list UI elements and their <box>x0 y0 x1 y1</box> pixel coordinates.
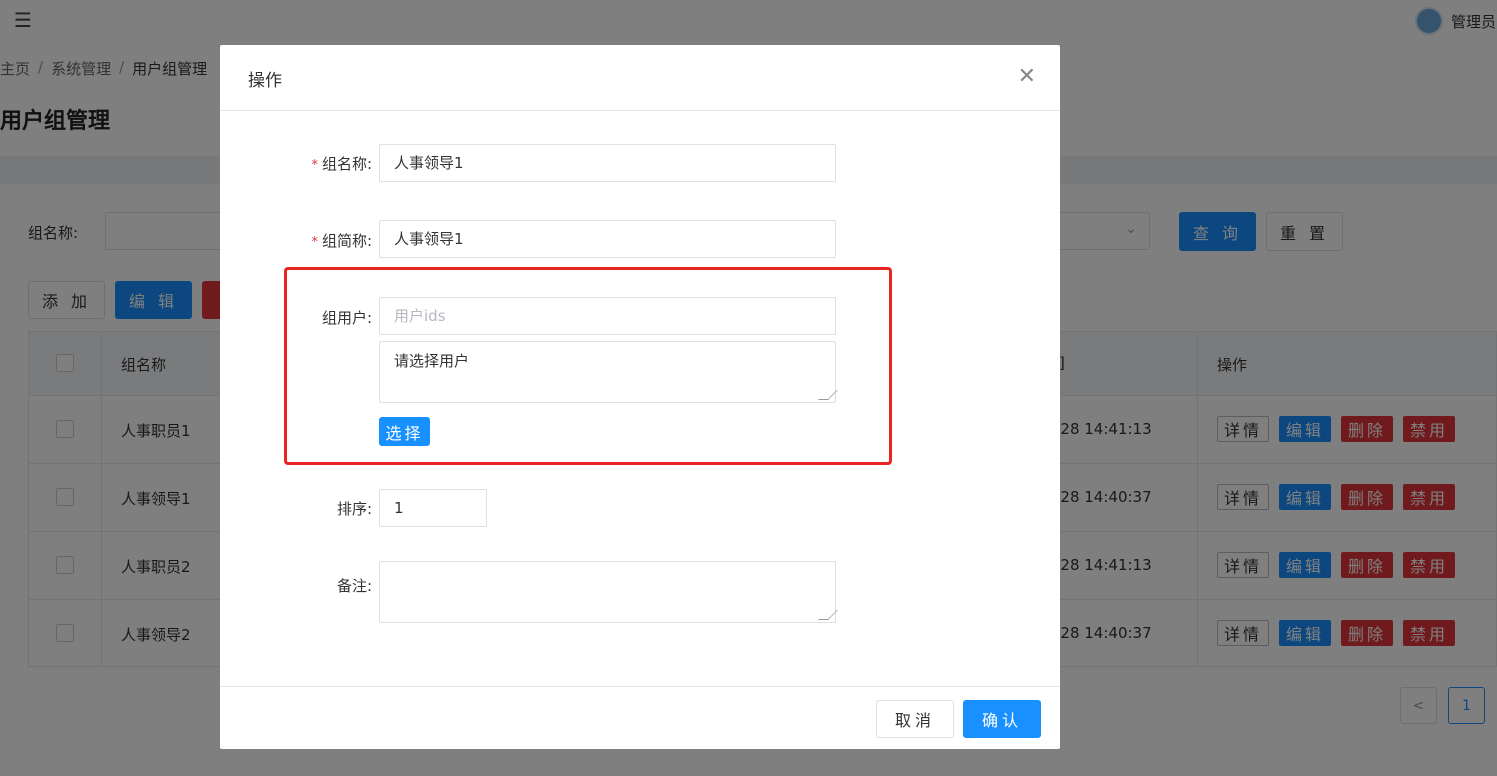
sort-input[interactable]: 1 <box>379 489 487 527</box>
group-short-label: * 组简称: <box>311 232 372 250</box>
cancel-button[interactable]: 取消 <box>876 700 954 738</box>
group-short-input[interactable]: 人事领导1 <box>379 220 836 258</box>
dialog-header: 操作 ✕ <box>220 45 1060 111</box>
group-name-input[interactable]: 人事领导1 <box>379 144 836 182</box>
user-select-textarea[interactable]: 请选择用户 <box>379 341 838 403</box>
remark-textarea[interactable] <box>379 561 838 623</box>
resize-handle-icon[interactable] <box>818 390 838 400</box>
select-users-button[interactable]: 选择 <box>379 417 430 446</box>
remark-label: 备注: <box>336 577 372 595</box>
required-mark: * <box>311 158 318 173</box>
group-name-label: * 组名称: <box>311 155 372 173</box>
group-users-label: 组用户: <box>321 309 372 327</box>
dialog-title: 操作 <box>248 71 282 91</box>
confirm-button[interactable]: 确认 <box>963 700 1041 738</box>
resize-handle-icon[interactable] <box>818 610 838 620</box>
required-mark: * <box>311 235 318 250</box>
sort-label: 排序: <box>336 500 372 518</box>
user-ids-input[interactable]: 用户ids <box>379 297 836 335</box>
close-icon[interactable]: ✕ <box>1018 65 1036 89</box>
operation-dialog: 操作 ✕ * 组名称: 人事领导1 * 组简称: 人事领导1 组用户: 用户ids … <box>220 45 1060 749</box>
dialog-footer: 取消 确认 <box>220 686 1060 749</box>
user-select-placeholder: 请选择用户 <box>394 352 470 370</box>
